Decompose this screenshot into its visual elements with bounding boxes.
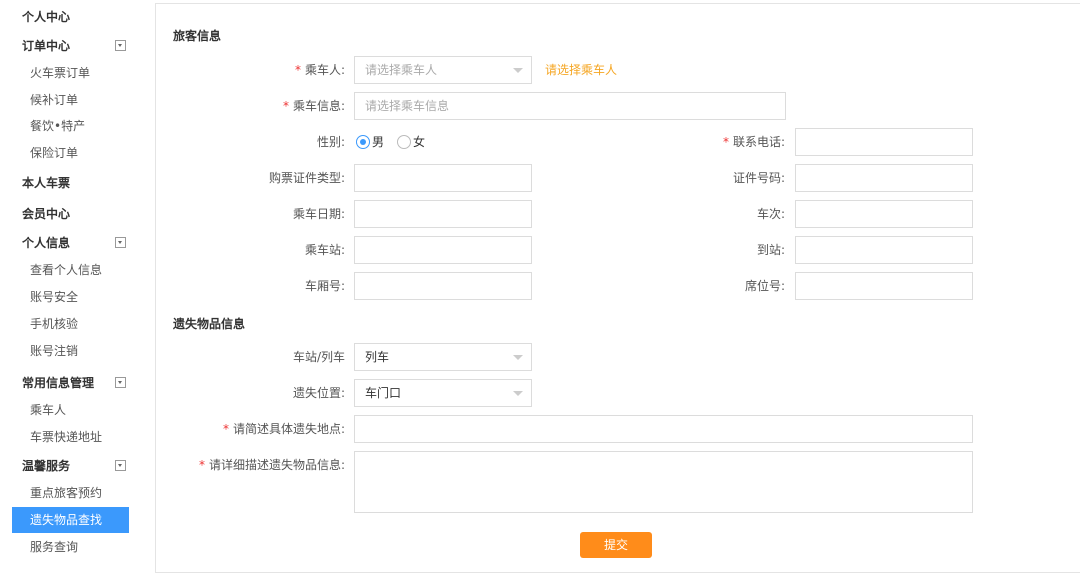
to-input[interactable] [795,236,973,264]
phone-input[interactable] [795,128,973,156]
seat-label: 席位号: [744,279,785,293]
coach-input[interactable] [354,272,532,300]
sidebar-item[interactable]: 手机核验 [12,311,129,337]
sidebar-item-label: 乘车人 [30,403,67,417]
label-text: 请详细描述遗失物品信息: [208,458,345,472]
placeholder: 请选择乘车人 [365,63,438,77]
sidebar-item-label: 温馨服务 [22,459,71,473]
label-text: 请简述具体遗失地点: [232,422,345,436]
sidebar-item[interactable]: 候补订单 [12,87,129,113]
to-label: 到站: [756,243,785,257]
idtype-label: 购票证件类型: [268,171,345,185]
from-label: 乘车站: [304,243,345,257]
sidebar-item[interactable]: 订单中心 [12,33,129,59]
collapse-toggle-icon[interactable] [115,377,126,388]
sidebar-item[interactable]: 服务查询 [12,534,129,560]
passenger-label: * 乘车人: [180,56,345,84]
required-mark: * [282,99,289,113]
passenger-select[interactable]: 请选择乘车人 [354,56,532,84]
female-label[interactable]: 女 [413,128,425,156]
sidebar-item-label: 手机核验 [30,317,79,331]
sidebar-item[interactable]: 餐饮•特产 [12,113,129,139]
sidebar-item[interactable]: 保险订单 [12,140,129,166]
sidebar-item-label: 餐饮•特产 [30,119,86,133]
collapse-toggle-icon[interactable] [115,237,126,248]
info-label: * 乘车信息: [180,92,345,120]
gender-label: 性别: [316,135,345,149]
sidebar: 个人中心订单中心火车票订单候补订单餐饮•特产保险订单本人车票会员中心个人信息查看… [0,0,145,570]
sidebar-item-label: 个人中心 [22,10,71,24]
sidebar-item-label: 火车票订单 [30,66,91,80]
female-radio[interactable] [397,135,411,149]
sidebar-item[interactable]: 账号安全 [12,284,129,310]
sidebar-item-label: 个人信息 [22,236,71,250]
train-label: 车次: [756,207,785,221]
section-title-lost-item: 遗失物品信息 [173,317,246,331]
male-label[interactable]: 男 [372,128,384,156]
sidebar-item-label: 保险订单 [30,146,79,160]
passenger-hint: 请选择乘车人 [545,63,618,77]
label-text: 乘车信息: [292,99,345,113]
date-input[interactable] [354,200,532,228]
required-mark: * [222,422,229,436]
submit-button[interactable]: 提交 [580,532,652,558]
sidebar-item-label: 重点旅客预约 [30,486,103,500]
sidebar-item[interactable]: 重点旅客预约 [12,480,129,506]
sidebar-item-label: 候补订单 [30,93,79,107]
sidebar-item-label: 账号安全 [30,290,79,304]
idno-input[interactable] [795,164,973,192]
label-text: 乘车人: [304,63,345,77]
required-mark: * [198,458,205,472]
brief-label: * 请简述具体遗失地点: [140,415,345,443]
section-title-passenger: 旅客信息 [173,29,222,43]
sidebar-item[interactable]: 会员中心 [12,201,129,227]
sidebar-item[interactable]: 乘车人 [12,397,129,423]
placeholder: 请选择乘车信息 [365,99,450,113]
date-label: 乘车日期: [292,207,345,221]
sidebar-item[interactable]: 温馨服务 [12,453,129,479]
phone-label: * 联系电话: [620,128,785,156]
sidebar-item[interactable]: 个人中心 [12,4,129,30]
detail-label: * 请详细描述遗失物品信息: [140,451,345,479]
sidebar-item[interactable]: 个人信息 [12,230,129,256]
sidebar-item[interactable]: 查看个人信息 [12,257,129,283]
seat-input[interactable] [795,272,973,300]
sidebar-item-label: 本人车票 [22,176,71,190]
location-select[interactable]: 车门口 [354,379,532,407]
sidebar-item-label: 服务查询 [30,540,79,554]
label-text: 联系电话: [732,135,785,149]
collapse-toggle-icon[interactable] [115,40,126,51]
sidebar-item[interactable]: 常用信息管理 [12,370,129,396]
sidebar-item-label: 查看个人信息 [30,263,103,277]
sidebar-item-label: 常用信息管理 [22,376,95,390]
brief-input[interactable] [354,415,973,443]
sidebar-item-label: 订单中心 [22,39,71,53]
sidebar-item[interactable]: 账号注销 [12,338,129,364]
required-mark: * [294,63,301,77]
idno-label: 证件号码: [732,171,785,185]
required-mark: * [722,135,729,149]
sidebar-item-label: 账号注销 [30,344,79,358]
sidebar-item-label: 遗失物品查找 [30,513,103,527]
sidebar-item[interactable]: 车票快递地址 [12,424,129,450]
place-label: 车站/列车 [292,350,345,364]
info-input[interactable]: 请选择乘车信息 [354,92,786,120]
male-radio[interactable] [356,135,370,149]
sidebar-item[interactable]: 火车票订单 [12,60,129,86]
sidebar-item[interactable]: 遗失物品查找 [12,507,129,533]
place-select[interactable]: 列车 [354,343,532,371]
sidebar-item-label: 车票快递地址 [30,430,103,444]
coach-label: 车厢号: [304,279,345,293]
sidebar-item-label: 会员中心 [22,207,71,221]
train-input[interactable] [795,200,973,228]
location-label: 遗失位置: [292,386,345,400]
detail-textarea[interactable] [354,451,973,513]
idtype-input[interactable] [354,164,532,192]
collapse-toggle-icon[interactable] [115,460,126,471]
from-input[interactable] [354,236,532,264]
sidebar-item[interactable]: 本人车票 [12,170,129,196]
